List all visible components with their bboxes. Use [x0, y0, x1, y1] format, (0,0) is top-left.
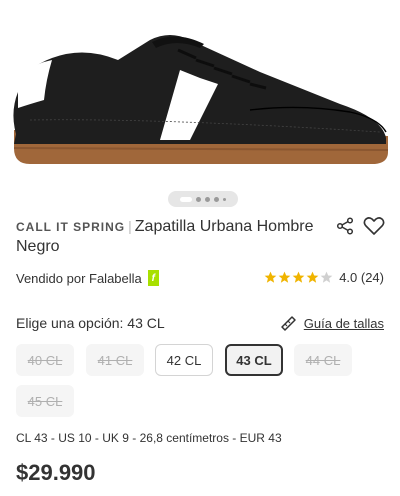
size-equivalence: CL 43 - US 10 - UK 9 - 26,8 centímetros …	[16, 431, 282, 445]
gallery-dot[interactable]	[223, 197, 226, 201]
size-option-42[interactable]: 42 CL	[155, 344, 213, 376]
size-guide-label: Guía de tallas	[303, 315, 384, 331]
size-option-44[interactable]: 44 CL	[294, 344, 352, 376]
sneaker-illustration	[13, 35, 389, 164]
gallery-dot[interactable]	[205, 196, 210, 202]
brand-name[interactable]: CALL IT SPRING	[16, 220, 125, 234]
product-price: $29.990	[16, 460, 96, 485]
seller-info: Vendido por Falabella f	[16, 270, 159, 286]
star-filled-icon	[292, 271, 305, 283]
heart-icon[interactable]	[363, 216, 385, 236]
size-option-41[interactable]: 41 CL	[86, 344, 144, 376]
rating-value: 4.0 (24)	[339, 270, 384, 285]
gallery-dot[interactable]	[214, 196, 219, 202]
share-icon[interactable]	[336, 217, 354, 235]
falabella-badge-icon: f	[147, 270, 159, 286]
gallery-dot-active[interactable]	[180, 196, 192, 202]
seller-label[interactable]: Vendido por Falabella	[16, 271, 142, 286]
rating-stars	[264, 271, 333, 284]
size-option-label: Elige una opción: 43 CL	[16, 315, 165, 331]
size-option-43[interactable]: 43 CL	[225, 344, 283, 376]
star-filled-icon	[264, 271, 277, 283]
size-guide-link[interactable]: Guía de tallas	[280, 314, 384, 332]
gallery-dot[interactable]	[196, 196, 201, 202]
product-title: CALL IT SPRING | Zapatilla Urbana Hombre N…	[16, 216, 316, 257]
brand-separator: |	[128, 218, 132, 234]
size-option-40[interactable]: 40 CL	[16, 344, 74, 376]
gallery-pagination[interactable]	[168, 191, 238, 207]
star-filled-icon	[278, 271, 291, 283]
size-option-45[interactable]: 45 CL	[16, 385, 74, 417]
product-rating[interactable]: 4.0 (24)	[264, 270, 384, 285]
star-filled-icon	[306, 271, 319, 283]
star-empty-icon	[320, 271, 333, 283]
ruler-icon	[281, 316, 296, 331]
product-image[interactable]	[0, 0, 400, 206]
